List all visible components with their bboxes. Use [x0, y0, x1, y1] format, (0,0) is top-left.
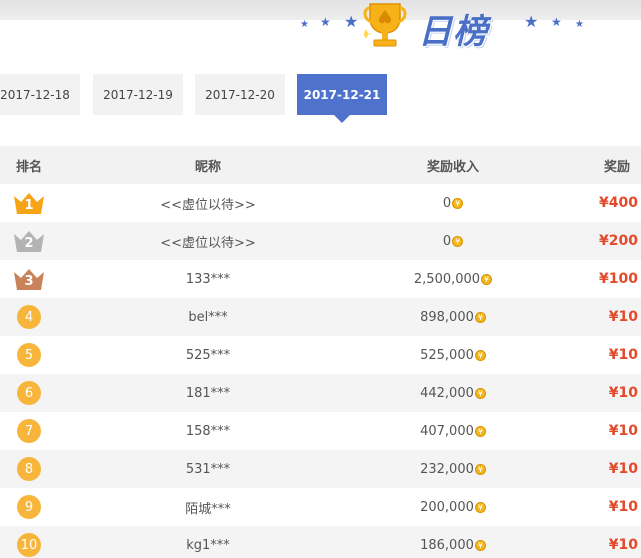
nickname-cell: 陌城***: [185, 501, 231, 517]
coin-icon: ¥: [474, 349, 486, 361]
tab-2017-12-19[interactable]: 2017-12-19: [93, 74, 183, 115]
page-title: 日榜: [418, 12, 488, 52]
income-cell: 2,500,000 ¥: [380, 272, 526, 287]
reward-cell: ¥10: [608, 309, 638, 325]
coin-icon: ¥: [474, 501, 486, 513]
table-row: 8 531*** 232,000 ¥ ¥10: [0, 450, 641, 488]
income-cell: 186,000 ¥: [380, 538, 526, 553]
nickname-cell: <<虚位以待>>: [160, 235, 256, 251]
header-reward: 奖励: [603, 159, 630, 175]
coin-icon: ¥: [452, 235, 464, 247]
rank-circle-badge: 7: [17, 419, 41, 443]
tab-2017-12-20[interactable]: 2017-12-20: [195, 74, 285, 115]
table-header: 排名 昵称 奖励收入 奖励: [0, 146, 641, 184]
star-icon: ★: [344, 12, 359, 31]
rank-crown-icon: 1: [13, 191, 45, 215]
table-row: 6 181*** 442,000 ¥ ¥10: [0, 374, 641, 412]
table-row: 9 陌城*** 200,000 ¥ ¥10: [0, 488, 641, 526]
rank-cell: 6: [0, 381, 58, 405]
income-cell: 442,000 ¥: [380, 386, 526, 401]
rank-circle-badge: 4: [17, 305, 41, 329]
nickname-cell: kg1***: [186, 537, 230, 553]
coin-icon: ¥: [474, 539, 486, 551]
income-cell: 898,000 ¥: [380, 310, 526, 325]
tab-2017-12-18[interactable]: 2017-12-18: [0, 74, 80, 115]
table-row: 1 <<虚位以待>> 0 ¥ ¥400: [0, 184, 641, 222]
coin-icon: ¥: [474, 425, 486, 437]
nickname-cell: bel***: [188, 309, 228, 325]
rank-cell: 4: [0, 305, 58, 329]
ranking-table: 排名 昵称 奖励收入 奖励 1 <<虚位以待>> 0 ¥ ¥400 2 <<虚位以待>> 0 ¥…: [0, 146, 641, 558]
income-cell: 0 ¥: [380, 234, 526, 249]
date-tabs: 2017-12-18 2017-12-19 2017-12-20 2017-12…: [0, 74, 641, 124]
nickname-cell: 531***: [185, 461, 231, 477]
rank-cell: 3: [0, 267, 58, 291]
income-cell: 0 ¥: [380, 196, 526, 211]
rank-circle-badge: 10: [17, 533, 41, 557]
tab-2017-12-21[interactable]: 2017-12-21: [297, 74, 387, 123]
income-cell: 232,000 ¥: [380, 462, 526, 477]
rank-circle-badge: 9: [17, 495, 41, 519]
star-icon: ★: [320, 15, 331, 29]
reward-cell: ¥10: [608, 499, 638, 515]
coin-icon: ¥: [481, 273, 493, 285]
table-row: 7 158*** 407,000 ¥ ¥10: [0, 412, 641, 450]
rank-circle-badge: 8: [17, 457, 41, 481]
table-row: 2 <<虚位以待>> 0 ¥ ¥200: [0, 222, 641, 260]
reward-cell: ¥10: [608, 347, 638, 363]
rank-circle-badge: 6: [17, 381, 41, 405]
nickname-cell: <<虚位以待>>: [160, 197, 256, 213]
reward-cell: ¥10: [608, 423, 638, 439]
rank-circle-badge: 5: [17, 343, 41, 367]
header-income: 奖励收入: [426, 159, 479, 175]
table-row: 3 133*** 2,500,000 ¥ ¥100: [0, 260, 641, 298]
nickname-cell: 525***: [185, 347, 231, 363]
header-name: 昵称: [194, 159, 221, 175]
reward-cell: ¥10: [608, 385, 638, 401]
table-row: 5 525*** 525,000 ¥ ¥10: [0, 336, 641, 374]
income-cell: 200,000 ¥: [380, 500, 526, 515]
rank-cell: 5: [0, 343, 58, 367]
nickname-cell: 133***: [185, 271, 231, 287]
coin-icon: ¥: [474, 387, 486, 399]
trophy-icon: [363, 3, 407, 47]
reward-cell: ¥400: [599, 195, 638, 211]
rank-cell: 2: [0, 229, 58, 253]
reward-cell: ¥200: [599, 233, 638, 249]
rank-cell: 10: [0, 533, 58, 557]
table-row: 4 bel*** 898,000 ¥ ¥10: [0, 298, 641, 336]
rank-cell: 7: [0, 419, 58, 443]
rank-cell: 9: [0, 495, 58, 519]
nickname-cell: 158***: [185, 423, 231, 439]
coin-icon: ¥: [452, 197, 464, 209]
income-cell: 407,000 ¥: [380, 424, 526, 439]
coin-icon: ¥: [474, 463, 486, 475]
reward-cell: ¥10: [608, 461, 638, 477]
star-icon: ★: [300, 19, 309, 30]
reward-cell: ¥100: [599, 271, 638, 287]
table-row: 10 kg1*** 186,000 ¥ ¥10: [0, 526, 641, 558]
star-icon: ★: [524, 12, 539, 31]
rank-cell: 1: [0, 191, 58, 215]
nickname-cell: 181***: [185, 385, 231, 401]
reward-cell: ¥10: [608, 537, 638, 553]
daily-rank-banner: ★ ★ ★ 日榜 ★ ★ ★: [296, 0, 596, 62]
rank-crown-icon: 3: [13, 267, 45, 291]
star-icon: ★: [551, 15, 562, 29]
coin-icon: ¥: [474, 311, 486, 323]
income-cell: 525,000 ¥: [380, 348, 526, 363]
rank-cell: 8: [0, 457, 58, 481]
table-body: 1 <<虚位以待>> 0 ¥ ¥400 2 <<虚位以待>> 0 ¥ ¥200 3 133*** 2,5…: [0, 184, 641, 558]
rank-crown-icon: 2: [13, 229, 45, 253]
star-icon: ★: [575, 19, 584, 30]
header-rank: 排名: [15, 159, 42, 175]
